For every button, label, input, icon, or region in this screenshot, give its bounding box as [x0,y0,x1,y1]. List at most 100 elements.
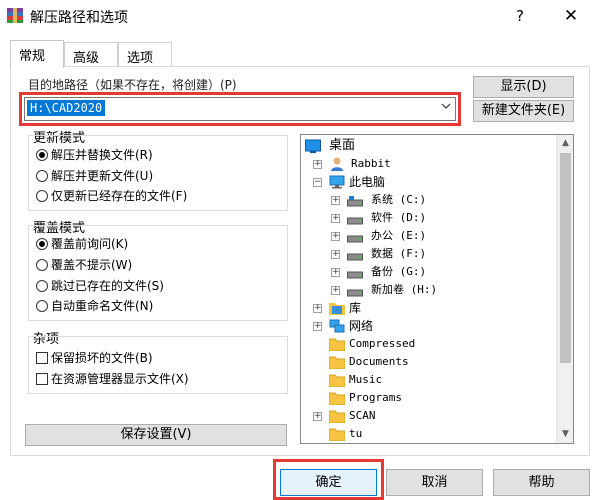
tab-general[interactable]: 常规 [10,40,64,68]
tree-item-folder-music[interactable]: Music [313,371,563,389]
folder-icon [328,355,346,370]
tree-item-drive-h[interactable]: + 新加卷 (H:) [331,281,566,299]
tree-item-folder-programs[interactable]: Programs [313,389,563,407]
help-button[interactable]: 帮助 [493,469,590,496]
tree-label: 此电脑 [349,175,386,189]
option-label: 解压并替换文件(R) [51,148,153,162]
folder-icon [328,409,346,424]
library-icon [329,301,345,315]
drive-icon [347,230,363,244]
option-label: 覆盖前询问(K) [51,237,129,251]
radio-button[interactable] [36,238,48,250]
tree-scrollbar[interactable]: ▲ ▼ [556,135,573,443]
radio-auto-rename[interactable]: 自动重命名文件(N) [36,297,153,315]
desktop-icon [305,139,321,153]
tree-item-drive-c[interactable]: + 系统 (C:) [331,191,566,209]
drive-icon [347,266,363,280]
computer-icon [329,175,345,189]
expand-icon[interactable]: + [313,160,322,169]
radio-button[interactable] [36,280,48,292]
tree-item-drive-f[interactable]: + 数据 (F:) [331,245,566,263]
option-label: 跳过已存在的文件(S) [51,279,164,293]
scroll-thumb[interactable] [560,153,571,363]
tree-item-drive-e[interactable]: + 办公 (E:) [331,227,566,245]
tab-advanced[interactable]: 高级 [64,42,118,67]
tree-item-folder-scan[interactable]: + SCAN [313,407,563,425]
scroll-down-arrow-icon[interactable]: ▼ [557,426,573,443]
tree-item-folder-tu[interactable]: tu [313,425,563,443]
checkbox[interactable] [36,373,48,385]
drive-icon [347,284,363,298]
tree-item-network[interactable]: + 网络 [313,317,563,335]
expand-icon[interactable]: + [313,304,322,313]
radio-button[interactable] [36,149,48,161]
tree-item-drive-g[interactable]: + 备份 (G:) [331,263,566,281]
tree-item-rabbit[interactable]: + Rabbit [313,155,563,173]
extract-dialog: 解压路径和选项 ? ✕ 常规 高级 选项 目的地路径（如果不存在，将创建）(P)… [0,0,600,500]
destination-path-combobox[interactable]: H:\CAD2020 [24,97,456,121]
network-icon [329,319,345,333]
window-title: 解压路径和选项 [30,10,128,26]
show-button[interactable]: 显示(D) [473,76,574,98]
save-settings-button[interactable]: 保存设置(V) [25,424,287,446]
tree-label: 备份 (G:) [371,265,427,278]
cancel-button[interactable]: 取消 [386,469,483,496]
tree-label: Rabbit [351,157,391,170]
checkbox-show-in-explorer[interactable]: 在资源管理器显示文件(X) [36,370,189,388]
expand-icon[interactable]: + [331,196,340,205]
tree-label: 库 [349,301,362,315]
option-label: 自动重命名文件(N) [51,299,154,313]
collapse-icon[interactable]: − [313,178,322,187]
expand-icon[interactable]: + [331,232,340,241]
new-folder-button[interactable]: 新建文件夹(E) [473,100,574,122]
radio-overwrite-no-prompt[interactable]: 覆盖不提示(W) [36,256,132,274]
drive-icon [347,212,363,226]
radio-update-existing[interactable]: 仅更新已经存在的文件(F) [36,187,187,205]
checkbox[interactable] [36,352,48,364]
folder-icon [328,427,346,442]
tree-item-folder-compressed[interactable]: Compressed [313,335,563,353]
user-icon [329,156,345,171]
tree-item-this-pc[interactable]: − 此电脑 [313,173,563,191]
expand-icon[interactable]: + [331,214,340,223]
tree-item-folder-documents[interactable]: Documents [313,353,563,371]
tree-item-drive-d[interactable]: + 软件 (D:) [331,209,566,227]
tree-item-library[interactable]: + 库 [313,299,563,317]
tree-label: 桌面 [329,138,356,153]
tree-label: 系统 (C:) [371,193,427,206]
radio-button[interactable] [36,300,48,312]
close-button[interactable]: ✕ [556,4,586,28]
ok-button[interactable]: 确定 [280,469,377,496]
destination-path-label: 目的地路径（如果不存在，将创建）(P) [28,78,237,92]
scroll-up-arrow-icon[interactable]: ▲ [557,135,573,152]
tab-options[interactable]: 选项 [118,42,172,67]
radio-ask-before-overwrite[interactable]: 覆盖前询问(K) [36,235,128,253]
option-label: 覆盖不提示(W) [51,258,133,272]
radio-extract-update[interactable]: 解压并更新文件(U) [36,167,153,185]
tree-label: Music [349,373,383,386]
option-label: 保留损坏的文件(B) [51,351,153,365]
folder-icon [328,337,346,352]
expand-icon[interactable]: + [313,322,322,331]
checkbox-keep-broken[interactable]: 保留损坏的文件(B) [36,349,153,367]
folder-tree[interactable]: 桌面 + Rabbit − 此电脑 + 系统 (C:) + 软件 (D:) + … [300,134,574,444]
chevron-down-icon[interactable] [441,101,451,114]
radio-extract-replace[interactable]: 解压并替换文件(R) [36,146,153,164]
expand-icon[interactable]: + [331,268,340,277]
destination-path-value[interactable]: H:\CAD2020 [27,100,106,116]
tree-label: SCAN [349,409,376,422]
expand-icon[interactable]: + [313,412,322,421]
expand-icon[interactable]: + [331,286,340,295]
winrar-icon [6,6,24,24]
tree-item-desktop[interactable]: 桌面 [305,137,565,155]
radio-button[interactable] [36,170,48,182]
drive-icon [347,248,363,262]
radio-button[interactable] [36,190,48,202]
expand-icon[interactable]: + [331,250,340,259]
radio-button[interactable] [36,259,48,271]
folder-icon [328,373,346,388]
radio-skip-existing[interactable]: 跳过已存在的文件(S) [36,277,164,295]
tree-label: Programs [349,391,402,404]
title-help-button[interactable]: ? [505,4,535,28]
tree-label: 数据 (F:) [371,247,427,260]
